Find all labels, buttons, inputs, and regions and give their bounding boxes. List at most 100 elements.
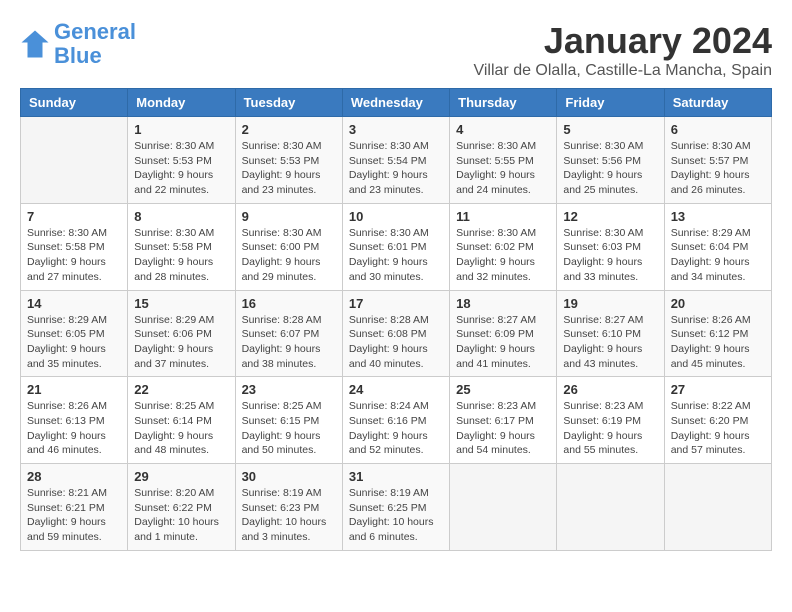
day-info: Sunrise: 8:29 AM Sunset: 6:06 PM Dayligh… xyxy=(134,313,228,372)
day-info: Sunrise: 8:29 AM Sunset: 6:05 PM Dayligh… xyxy=(27,313,121,372)
day-info: Sunrise: 8:23 AM Sunset: 6:17 PM Dayligh… xyxy=(456,399,550,458)
calendar-cell xyxy=(557,464,664,551)
day-number: 17 xyxy=(349,296,443,311)
day-number: 28 xyxy=(27,469,121,484)
day-info: Sunrise: 8:30 AM Sunset: 6:03 PM Dayligh… xyxy=(563,226,657,285)
day-info: Sunrise: 8:24 AM Sunset: 6:16 PM Dayligh… xyxy=(349,399,443,458)
calendar-cell: 23 Sunrise: 8:25 AM Sunset: 6:15 PM Dayli… xyxy=(235,377,342,464)
calendar-cell: 29 Sunrise: 8:20 AM Sunset: 6:22 PM Dayli… xyxy=(128,464,235,551)
day-info: Sunrise: 8:26 AM Sunset: 6:12 PM Dayligh… xyxy=(671,313,765,372)
calendar-cell: 11 Sunrise: 8:30 AM Sunset: 6:02 PM Dayli… xyxy=(450,203,557,290)
day-number: 1 xyxy=(134,122,228,137)
calendar-cell: 2 Sunrise: 8:30 AM Sunset: 5:53 PM Daylig… xyxy=(235,117,342,204)
calendar-cell: 22 Sunrise: 8:25 AM Sunset: 6:14 PM Dayli… xyxy=(128,377,235,464)
day-number: 7 xyxy=(27,209,121,224)
calendar-cell: 16 Sunrise: 8:28 AM Sunset: 6:07 PM Dayli… xyxy=(235,290,342,377)
header-cell-sunday: Sunday xyxy=(21,89,128,117)
header-cell-tuesday: Tuesday xyxy=(235,89,342,117)
header-cell-friday: Friday xyxy=(557,89,664,117)
week-row: 28 Sunrise: 8:21 AM Sunset: 6:21 PM Dayli… xyxy=(21,464,772,551)
day-info: Sunrise: 8:30 AM Sunset: 5:55 PM Dayligh… xyxy=(456,139,550,198)
day-number: 12 xyxy=(563,209,657,224)
day-number: 3 xyxy=(349,122,443,137)
day-number: 22 xyxy=(134,382,228,397)
calendar-cell: 17 Sunrise: 8:28 AM Sunset: 6:08 PM Dayli… xyxy=(342,290,449,377)
calendar-cell xyxy=(450,464,557,551)
logo-line1: General xyxy=(54,19,136,44)
week-row: 7 Sunrise: 8:30 AM Sunset: 5:58 PM Daylig… xyxy=(21,203,772,290)
day-info: Sunrise: 8:30 AM Sunset: 5:57 PM Dayligh… xyxy=(671,139,765,198)
day-number: 5 xyxy=(563,122,657,137)
calendar-cell: 12 Sunrise: 8:30 AM Sunset: 6:03 PM Dayli… xyxy=(557,203,664,290)
day-info: Sunrise: 8:28 AM Sunset: 6:08 PM Dayligh… xyxy=(349,313,443,372)
day-info: Sunrise: 8:30 AM Sunset: 5:58 PM Dayligh… xyxy=(134,226,228,285)
day-info: Sunrise: 8:27 AM Sunset: 6:09 PM Dayligh… xyxy=(456,313,550,372)
calendar-cell: 20 Sunrise: 8:26 AM Sunset: 6:12 PM Dayli… xyxy=(664,290,771,377)
day-info: Sunrise: 8:30 AM Sunset: 5:53 PM Dayligh… xyxy=(134,139,228,198)
calendar-cell: 25Sunrise: 8:23 AM Sunset: 6:17 PM Dayli… xyxy=(450,377,557,464)
calendar-cell: 8Sunrise: 8:30 AM Sunset: 5:58 PM Daylig… xyxy=(128,203,235,290)
day-info: Sunrise: 8:30 AM Sunset: 5:54 PM Dayligh… xyxy=(349,139,443,198)
day-info: Sunrise: 8:21 AM Sunset: 6:21 PM Dayligh… xyxy=(27,486,121,545)
title-area: January 2024 Villar de Olalla, Castille-… xyxy=(473,20,772,80)
header-row: SundayMondayTuesdayWednesdayThursdayFrid… xyxy=(21,89,772,117)
calendar-title: January 2024 xyxy=(473,20,772,62)
calendar-cell: 13 Sunrise: 8:29 AM Sunset: 6:04 PM Dayli… xyxy=(664,203,771,290)
calendar-cell: 4 Sunrise: 8:30 AM Sunset: 5:55 PM Daylig… xyxy=(450,117,557,204)
header-cell-thursday: Thursday xyxy=(450,89,557,117)
day-number: 30 xyxy=(242,469,336,484)
logo-text: General Blue xyxy=(54,20,136,68)
day-info: Sunrise: 8:25 AM Sunset: 6:14 PM Dayligh… xyxy=(134,399,228,458)
logo: General Blue xyxy=(20,20,136,68)
day-info: Sunrise: 8:30 AM Sunset: 5:56 PM Dayligh… xyxy=(563,139,657,198)
day-number: 16 xyxy=(242,296,336,311)
calendar-subtitle: Villar de Olalla, Castille-La Mancha, Sp… xyxy=(473,62,772,80)
header-cell-wednesday: Wednesday xyxy=(342,89,449,117)
calendar-cell: 3 Sunrise: 8:30 AM Sunset: 5:54 PM Daylig… xyxy=(342,117,449,204)
day-info: Sunrise: 8:30 AM Sunset: 6:00 PM Dayligh… xyxy=(242,226,336,285)
day-number: 2 xyxy=(242,122,336,137)
day-info: Sunrise: 8:26 AM Sunset: 6:13 PM Dayligh… xyxy=(27,399,121,458)
calendar-cell: 9Sunrise: 8:30 AM Sunset: 6:00 PM Daylig… xyxy=(235,203,342,290)
calendar-cell: 26Sunrise: 8:23 AM Sunset: 6:19 PM Dayli… xyxy=(557,377,664,464)
day-info: Sunrise: 8:25 AM Sunset: 6:15 PM Dayligh… xyxy=(242,399,336,458)
day-number: 20 xyxy=(671,296,765,311)
day-info: Sunrise: 8:30 AM Sunset: 6:01 PM Dayligh… xyxy=(349,226,443,285)
day-number: 15 xyxy=(134,296,228,311)
day-number: 14 xyxy=(27,296,121,311)
day-number: 4 xyxy=(456,122,550,137)
day-number: 31 xyxy=(349,469,443,484)
day-info: Sunrise: 8:29 AM Sunset: 6:04 PM Dayligh… xyxy=(671,226,765,285)
logo-line2: Blue xyxy=(54,43,102,68)
day-number: 27 xyxy=(671,382,765,397)
week-row: 14 Sunrise: 8:29 AM Sunset: 6:05 PM Dayli… xyxy=(21,290,772,377)
calendar-cell: 31 Sunrise: 8:19 AM Sunset: 6:25 PM Dayli… xyxy=(342,464,449,551)
calendar-cell: 21 Sunrise: 8:26 AM Sunset: 6:13 PM Dayli… xyxy=(21,377,128,464)
calendar-cell: 1 Sunrise: 8:30 AM Sunset: 5:53 PM Daylig… xyxy=(128,117,235,204)
day-info: Sunrise: 8:30 AM Sunset: 6:02 PM Dayligh… xyxy=(456,226,550,285)
calendar-cell: 7Sunrise: 8:30 AM Sunset: 5:58 PM Daylig… xyxy=(21,203,128,290)
day-info: Sunrise: 8:28 AM Sunset: 6:07 PM Dayligh… xyxy=(242,313,336,372)
calendar-cell xyxy=(664,464,771,551)
calendar-cell: 30Sunrise: 8:19 AM Sunset: 6:23 PM Dayli… xyxy=(235,464,342,551)
day-number: 21 xyxy=(27,382,121,397)
day-number: 29 xyxy=(134,469,228,484)
day-info: Sunrise: 8:20 AM Sunset: 6:22 PM Dayligh… xyxy=(134,486,228,545)
day-number: 23 xyxy=(242,382,336,397)
day-number: 18 xyxy=(456,296,550,311)
header-cell-saturday: Saturday xyxy=(664,89,771,117)
week-row: 1 Sunrise: 8:30 AM Sunset: 5:53 PM Daylig… xyxy=(21,117,772,204)
day-number: 6 xyxy=(671,122,765,137)
calendar-cell: 19Sunrise: 8:27 AM Sunset: 6:10 PM Dayli… xyxy=(557,290,664,377)
page-header: General Blue January 2024 Villar de Olal… xyxy=(20,20,772,80)
calendar-cell: 27Sunrise: 8:22 AM Sunset: 6:20 PM Dayli… xyxy=(664,377,771,464)
calendar-cell: 15 Sunrise: 8:29 AM Sunset: 6:06 PM Dayli… xyxy=(128,290,235,377)
day-info: Sunrise: 8:30 AM Sunset: 5:53 PM Dayligh… xyxy=(242,139,336,198)
calendar-table: SundayMondayTuesdayWednesdayThursdayFrid… xyxy=(20,88,772,551)
day-info: Sunrise: 8:19 AM Sunset: 6:25 PM Dayligh… xyxy=(349,486,443,545)
day-number: 13 xyxy=(671,209,765,224)
logo-icon xyxy=(20,29,50,59)
calendar-cell: 14 Sunrise: 8:29 AM Sunset: 6:05 PM Dayli… xyxy=(21,290,128,377)
day-number: 11 xyxy=(456,209,550,224)
day-number: 24 xyxy=(349,382,443,397)
